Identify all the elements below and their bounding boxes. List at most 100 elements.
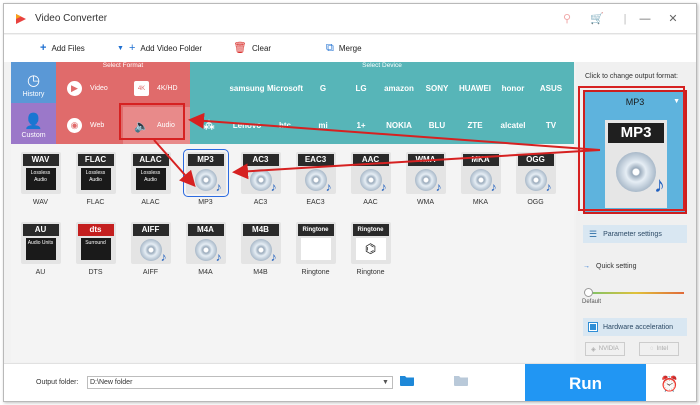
custom-tab[interactable]: 👤 Custom <box>11 103 56 144</box>
web-format-option[interactable]: ◉ Web <box>56 107 123 144</box>
brand-item[interactable]: Microsoft <box>266 70 304 107</box>
add-files-button[interactable]: + Add Files <box>40 43 85 54</box>
run-button[interactable]: Run <box>525 364 646 401</box>
format-label: OGG <box>527 199 544 206</box>
parameter-settings-button[interactable]: ☰ Parameter settings <box>583 225 687 243</box>
brand-item[interactable]: htc <box>266 107 304 144</box>
format-item-m4b[interactable]: M4B M4B <box>237 220 284 282</box>
hardware-acceleration-label: Hardware acceleration <box>603 323 674 331</box>
format-label: WMA <box>416 199 435 206</box>
music-disc-icon <box>249 169 277 194</box>
format-item-eac3[interactable]: EAC3 EAC3 <box>292 150 339 212</box>
history-tab[interactable]: ◷ History <box>11 62 56 103</box>
quality-slider-knob[interactable] <box>584 288 593 297</box>
format-subtitle: Lossless Audio <box>135 168 166 190</box>
intel-icon: ◌ <box>650 346 654 352</box>
cart-icon[interactable]: 🛒 <box>590 12 604 26</box>
brand-item[interactable]: G <box>304 70 342 107</box>
alarm-clock-icon[interactable]: ⏰ <box>660 375 679 393</box>
plus-icon: + <box>128 42 136 54</box>
clock-icon: ◷ <box>26 72 41 89</box>
brand-item[interactable]: Lenovo <box>228 107 266 144</box>
output-folder-input[interactable]: D:\New folder <box>87 376 393 389</box>
audio-label: Audio <box>156 122 175 129</box>
format-item-alac[interactable]: ALAC Lossless Audio ALAC <box>127 150 174 212</box>
format-icon: M4A <box>185 222 226 264</box>
quality-slider-track[interactable] <box>588 292 684 294</box>
brand-item[interactable]: NOKIA <box>380 107 418 144</box>
format-icon: AIFF <box>130 222 171 264</box>
format-icon: Ringtone ⌬ <box>350 222 391 264</box>
format-tag: dts <box>77 224 114 236</box>
music-disc-icon <box>194 169 222 194</box>
format-subtitle: Audio Units <box>25 238 56 260</box>
format-item-mp3[interactable]: MP3 MP3 <box>182 149 229 212</box>
format-item-dts[interactable]: dts Surround DTS <box>72 220 119 282</box>
format-item-aiff[interactable]: AIFF AIFF <box>127 220 174 282</box>
output-format-selector[interactable]: MP3 ▼ MP3 <box>583 90 687 214</box>
quick-setting-label: Quick setting <box>596 263 637 270</box>
brand-item[interactable]: ZTE <box>456 107 494 144</box>
mp3-tag: MP3 <box>608 123 664 143</box>
brand-item[interactable]: mi <box>304 107 342 144</box>
format-icon: WMA <box>405 152 446 194</box>
nvidia-badge: ◈ NVIDIA <box>585 342 625 356</box>
history-label: History <box>22 91 45 98</box>
hardware-acceleration-toggle[interactable]: Hardware acceleration <box>583 318 687 336</box>
brand-item[interactable]: SONY <box>418 70 456 107</box>
brand-item[interactable]: BLU <box>418 107 456 144</box>
parameter-settings-label: Parameter settings <box>603 230 662 238</box>
chrome-icon: ◉ <box>67 118 82 133</box>
add-video-folder-label: Add Video Folder <box>140 44 203 53</box>
brand-item[interactable]: TV <box>532 107 570 144</box>
close-icon[interactable]: ✕ <box>666 12 680 26</box>
nvidia-label: NVIDIA <box>598 346 619 352</box>
format-item-mka[interactable]: MKA MKA <box>457 150 504 212</box>
video-format-option[interactable]: ▶ Video <box>56 70 123 107</box>
format-item-wma[interactable]: WMA WMA <box>402 150 449 212</box>
format-label: M4B <box>253 269 268 276</box>
brand-item[interactable]: honor <box>494 70 532 107</box>
format-item-ac3[interactable]: AC3 AC3 <box>237 150 284 212</box>
brand-item[interactable]: LG <box>342 70 380 107</box>
default-label: Default <box>582 299 602 305</box>
selected-format-name: MP3 <box>625 97 645 107</box>
merge-button[interactable]: ⧉ Merge <box>326 43 362 54</box>
clear-button[interactable]: 🗑 Clear <box>233 43 271 54</box>
format-item-wav[interactable]: WAV Lossless Audio WAV <box>17 150 64 212</box>
add-video-folder-button[interactable]: ▼ + Add Video Folder <box>117 42 203 54</box>
output-folder-dropdown-icon[interactable]: ▼ <box>382 379 389 386</box>
brand-item[interactable]: 1+ <box>342 107 380 144</box>
music-disc-icon <box>524 169 552 194</box>
brand-item[interactable]: alcatel <box>494 107 532 144</box>
format-item-ogg[interactable]: OGG OGG <box>512 150 559 212</box>
apple-icon <box>300 238 331 260</box>
pin-icon[interactable]: ⚲ <box>560 12 574 26</box>
brand-item[interactable]: samsung <box>228 70 266 107</box>
open-folder-icon[interactable] <box>454 375 468 386</box>
audio-format-option[interactable]: 🔈 Audio <box>123 107 190 144</box>
format-tag: ALAC <box>132 154 169 166</box>
brand-item[interactable]: HUAWEI <box>456 70 494 107</box>
browse-folder-icon[interactable] <box>400 375 414 386</box>
format-item-aac[interactable]: AAC AAC <box>347 150 394 212</box>
music-disc-icon <box>616 152 665 198</box>
format-item-ringtone[interactable]: Ringtone ⌬ Ringtone <box>347 220 394 282</box>
format-item-au[interactable]: AU Audio Units AU <box>17 220 64 282</box>
music-disc-icon <box>414 169 442 194</box>
nvidia-icon: ◈ <box>591 346 596 353</box>
web-label: Web <box>90 122 105 129</box>
format-item-flac[interactable]: FLAC Lossless Audio FLAC <box>72 150 119 212</box>
brand-lenovo-placeholder[interactable]: ⁂ <box>190 107 228 144</box>
sliders-icon: ☰ <box>589 228 598 239</box>
brand-item[interactable]: ASUS <box>532 70 570 107</box>
brand-apple[interactable] <box>190 70 228 107</box>
format-tag: OGG <box>517 154 554 166</box>
hd-format-option[interactable]: 4K 4K/HD <box>123 70 190 107</box>
format-item-m4a[interactable]: M4A M4A <box>182 220 229 282</box>
format-item-ringtone[interactable]: Ringtone Ringtone <box>292 220 339 282</box>
quick-setting: → Quick setting <box>583 263 636 270</box>
brand-item[interactable]: amazon <box>380 70 418 107</box>
minimize-icon[interactable]: — <box>638 12 652 26</box>
format-tag: FLAC <box>77 154 114 166</box>
